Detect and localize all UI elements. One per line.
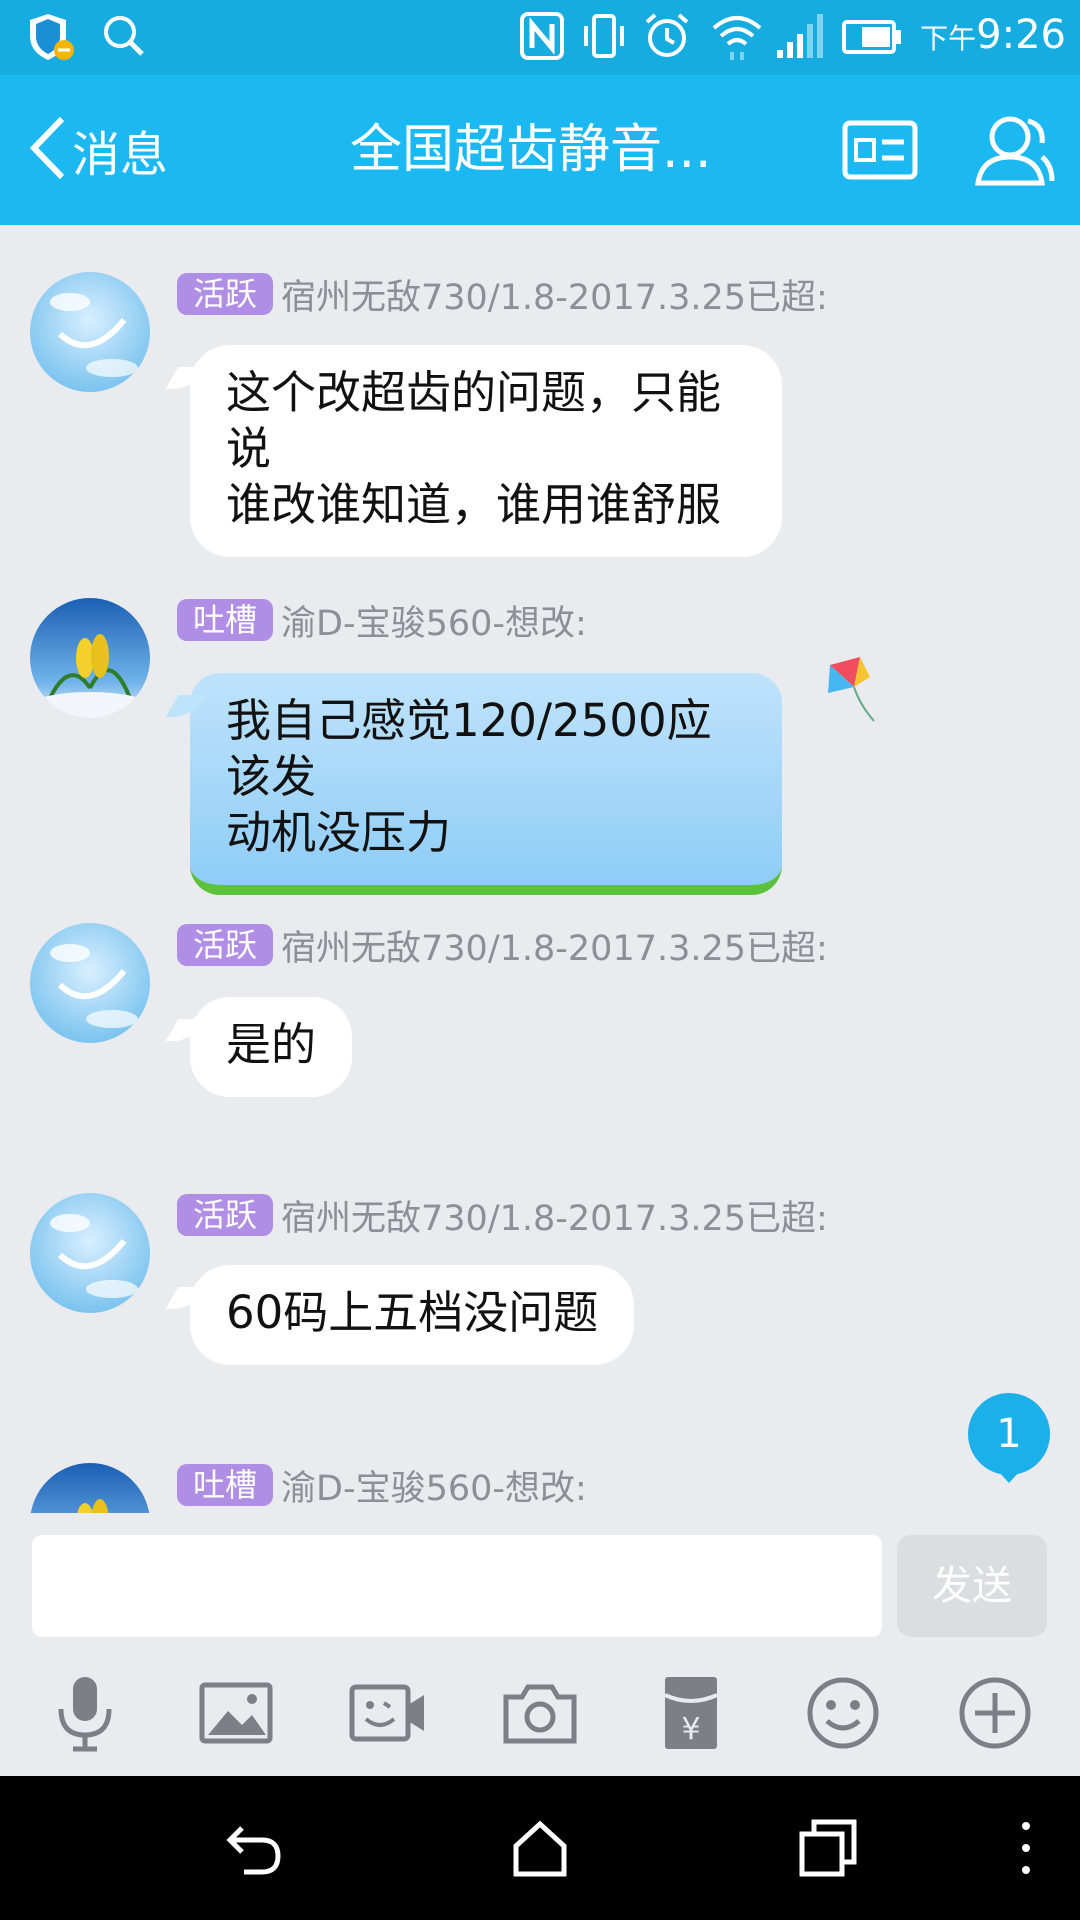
unread-count-badge[interactable]: 1 [968,1393,1050,1483]
red-packet-icon[interactable]: ¥ [651,1673,731,1753]
battery-icon [842,20,902,58]
system-navigation-bar [0,1776,1080,1920]
chat-header: 消息 全国超齿静音... [0,75,1080,225]
message-meta: 吐槽 渝D-宝骏560-想改: [177,598,587,644]
message-text: 我自己感觉120/2500应该发 [226,694,712,803]
group-profile-card-icon[interactable] [842,120,918,184]
message-meta: 活跃 宿州无敌730/1.8-2017.3.25已超: [177,923,828,969]
emoji-icon[interactable] [803,1673,883,1753]
security-shield-icon [26,12,76,66]
page-title: 全国超齿静音... [350,120,712,180]
send-button[interactable]: 发送 [897,1535,1047,1637]
status-bar: 下午9:26 [0,0,1080,75]
message-meta: 吐槽 渝D-宝骏560-想改: [177,1463,587,1509]
avatar[interactable] [30,272,150,392]
avatar[interactable] [30,1463,150,1513]
recent-apps-icon[interactable] [796,1816,860,1884]
image-icon[interactable] [196,1673,276,1753]
member-tag: 吐槽 [177,1464,274,1506]
sender-name: 宿州无敌730/1.8-2017.3.25已超: [281,928,828,969]
camera-icon[interactable] [500,1673,580,1753]
input-toolbar: ¥ [0,1643,1080,1776]
home-nav-icon[interactable] [508,1816,572,1884]
message-bubble[interactable]: 是的 [190,997,353,1097]
sender-name: 宿州无敌730/1.8-2017.3.25已超: [281,1198,828,1239]
composer: 发送 [0,1513,1080,1643]
back-label: 消息 [72,127,169,183]
avatar[interactable] [30,923,150,1043]
message-text: 这个改超齿的问题，只能说 [226,366,722,475]
avatar[interactable] [30,598,150,718]
svg-text:¥: ¥ [681,1712,700,1747]
message-list[interactable]: 活跃 宿州无敌730/1.8-2017.3.25已超: 这个改超齿的问题，只能说… [0,225,1080,1513]
message-text: 谁改谁知道，谁用谁舒服 [226,478,722,531]
message-bubble[interactable]: 这个改超齿的问题，只能说 谁改谁知道，谁用谁舒服 [190,345,782,557]
back-button[interactable]: 消息 [28,115,168,185]
wifi-icon [712,12,762,66]
message-text: 60码上五档没问题 [226,1286,599,1339]
signal-icon [775,12,825,66]
microphone-icon[interactable] [45,1673,125,1753]
back-nav-icon[interactable] [222,1816,286,1884]
group-members-icon[interactable] [972,111,1056,191]
message-meta: 活跃 宿州无敌730/1.8-2017.3.25已超: [177,1193,828,1239]
message-meta: 活跃 宿州无敌730/1.8-2017.3.25已超: [177,272,828,318]
member-tag: 活跃 [177,924,274,966]
kite-decoration-icon [820,655,880,729]
sender-name: 渝D-宝骏560-想改: [281,603,587,644]
sender-name: 宿州无敌730/1.8-2017.3.25已超: [281,277,828,318]
member-tag: 活跃 [177,273,274,315]
message-bubble[interactable]: 60码上五档没问题 [190,1265,635,1365]
nfc-icon [520,12,564,64]
message-bubble[interactable]: 我自己感觉120/2500应该发 动机没压力 [190,673,782,895]
sender-name: 渝D-宝骏560-想改: [281,1468,587,1509]
chevron-left-icon [28,113,68,187]
video-call-icon[interactable] [348,1673,428,1753]
plus-icon[interactable] [955,1673,1035,1753]
search-icon [100,12,148,64]
member-tag: 吐槽 [177,599,274,641]
message-input[interactable] [32,1535,882,1637]
member-tag: 活跃 [177,1194,274,1236]
vibrate-icon [580,12,628,64]
avatar[interactable] [30,1193,150,1313]
alarm-icon [643,12,691,64]
message-text: 动机没压力 [226,806,452,859]
message-text: 是的 [226,1018,317,1071]
clock: 下午9:26 [920,12,1066,58]
more-options-icon[interactable] [1016,1816,1036,1884]
